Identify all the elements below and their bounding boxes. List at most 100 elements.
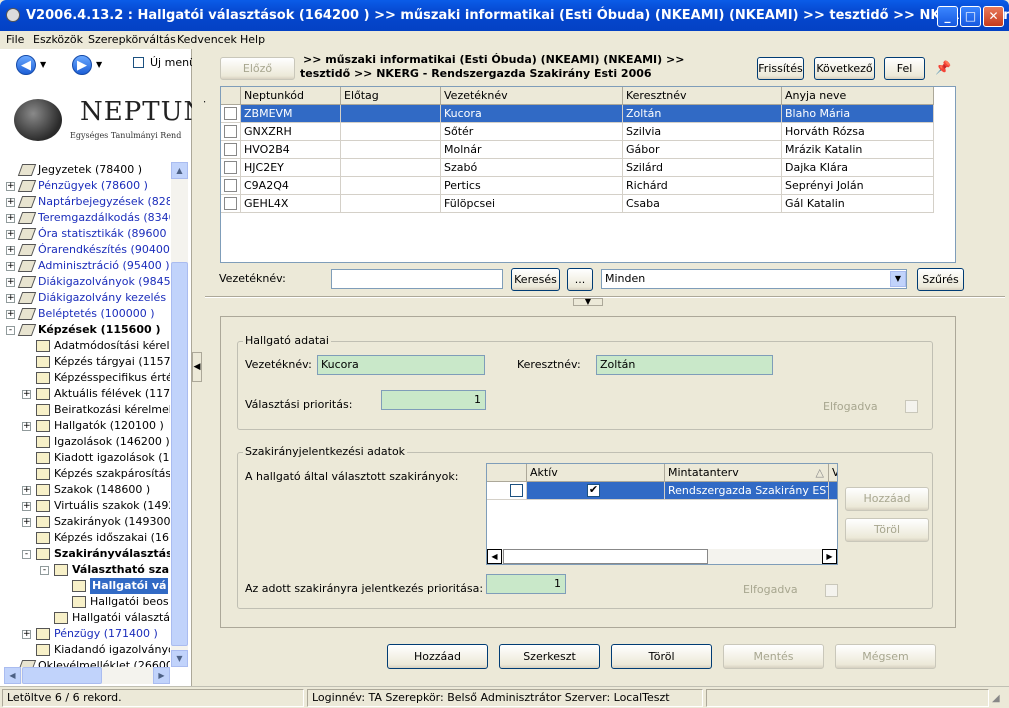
grid-row-selector[interactable] xyxy=(221,123,241,141)
expand-icon[interactable]: + xyxy=(6,294,15,303)
tree-item[interactable]: Hallgatói beos xyxy=(4,594,170,610)
table-cell[interactable] xyxy=(341,123,441,141)
spec-delete-button[interactable]: Töröl xyxy=(845,518,929,542)
grid-column-header[interactable]: Neptunkód xyxy=(241,87,341,105)
expand-icon[interactable]: + xyxy=(6,262,15,271)
minimize-button[interactable]: _ xyxy=(937,6,958,27)
row-checkbox[interactable] xyxy=(224,107,237,120)
delete-button[interactable]: Töröl xyxy=(611,644,712,669)
table-cell[interactable]: ZBMEVM xyxy=(241,105,341,123)
menu-help[interactable]: Help xyxy=(240,33,265,46)
tree-item[interactable]: + Szakirányok (149300 xyxy=(4,514,170,530)
tree-item[interactable]: + Óra statisztikák (89600 ) xyxy=(4,226,170,242)
tree-item[interactable]: + Virtuális szakok (1492 xyxy=(4,498,170,514)
tree-item[interactable]: + Naptárbejegyzések (82800 xyxy=(4,194,170,210)
row-checkbox[interactable] xyxy=(224,197,237,210)
close-button[interactable]: ✕ xyxy=(983,6,1004,27)
table-cell[interactable] xyxy=(341,177,441,195)
resize-grip-icon[interactable]: ◢ xyxy=(992,693,1000,704)
spec-row-v[interactable] xyxy=(829,482,837,500)
edit-button[interactable]: Szerkeszt xyxy=(499,644,600,669)
collapse-icon[interactable]: - xyxy=(6,326,15,335)
tree-item[interactable]: Kiadott igazolások (14 xyxy=(4,450,170,466)
table-cell[interactable]: Dajka Klára xyxy=(782,159,934,177)
spec-row-active-cell[interactable]: ✔ xyxy=(527,482,665,500)
scroll-right-arrow-icon[interactable]: ▶ xyxy=(153,667,170,684)
tree-item[interactable]: + Beléptetés (100000 ) xyxy=(4,306,170,322)
expand-icon[interactable]: + xyxy=(22,502,31,511)
grid-row-selector[interactable] xyxy=(221,177,241,195)
save-button[interactable]: Mentés xyxy=(723,644,824,669)
tree-item[interactable]: Hallgatói vá xyxy=(4,578,170,594)
table-cell[interactable]: Zoltán xyxy=(623,105,782,123)
table-cell[interactable]: Molnár xyxy=(441,141,623,159)
more-button[interactable]: ... xyxy=(567,268,593,291)
spec-active-checkbox[interactable]: ✔ xyxy=(587,484,600,497)
priority-field[interactable]: 1 xyxy=(381,390,486,410)
table-cell[interactable] xyxy=(341,105,441,123)
table-cell[interactable]: C9A2Q4 xyxy=(241,177,341,195)
tree-horizontal-scrollbar[interactable]: ◀ ▶ xyxy=(4,667,170,684)
collapse-icon[interactable]: - xyxy=(40,566,49,575)
menu-role-switch[interactable]: Szerepkörváltás xyxy=(88,33,176,46)
tree-item[interactable]: Adatmódosítási kérelm xyxy=(4,338,170,354)
collapse-panel-icon[interactable]: ◀ xyxy=(192,352,202,382)
accepted-checkbox[interactable] xyxy=(905,400,918,413)
scroll-thumb[interactable] xyxy=(171,262,188,646)
tree-item[interactable]: + Hallgatók (120100 ) xyxy=(4,418,170,434)
tree-item[interactable]: Képzésspecifikus érték xyxy=(4,370,170,386)
next-button[interactable]: Következő xyxy=(814,57,875,80)
expand-icon[interactable]: + xyxy=(6,310,15,319)
table-cell[interactable]: Gábor xyxy=(623,141,782,159)
forward-dropdown-icon[interactable]: ▼ xyxy=(96,60,102,69)
lastname-field[interactable]: Kucora xyxy=(317,355,485,375)
tree-item[interactable]: + Diákigazolványok (98450 xyxy=(4,274,170,290)
tree-item[interactable]: + Adminisztráció (95400 ) xyxy=(4,258,170,274)
spec-scroll-left-icon[interactable]: ◀ xyxy=(487,549,502,564)
spec-col-active[interactable]: Aktív xyxy=(527,464,665,482)
pin-icon[interactable]: 📌 xyxy=(935,61,951,76)
tree-item[interactable]: + Órarendkészítés (90400 ) xyxy=(4,242,170,258)
row-checkbox[interactable] xyxy=(224,161,237,174)
chevron-down-icon[interactable]: ▼ xyxy=(890,271,906,287)
expand-icon[interactable]: + xyxy=(22,422,31,431)
grid-row-selector[interactable] xyxy=(221,159,241,177)
tree-item[interactable]: + Pénzügyek (78600 ) xyxy=(4,178,170,194)
forward-button[interactable]: ▶ xyxy=(72,55,92,75)
expand-icon[interactable]: + xyxy=(6,198,15,207)
spec-col-v[interactable]: V xyxy=(829,464,837,482)
table-cell[interactable]: HVO2B4 xyxy=(241,141,341,159)
table-cell[interactable]: Fülöpcsei xyxy=(441,195,623,213)
grid-column-header[interactable]: Anyja neve xyxy=(782,87,934,105)
menu-favorites[interactable]: Kedvencek xyxy=(177,33,237,46)
expand-icon[interactable]: + xyxy=(22,518,31,527)
tree-item[interactable]: Hallgatói választás xyxy=(4,610,170,626)
table-cell[interactable]: GNXZRH xyxy=(241,123,341,141)
tree-vertical-scrollbar[interactable]: ▲ ▼ xyxy=(171,162,188,667)
tree-item[interactable]: Kiadandó igazolványo xyxy=(4,642,170,658)
expand-icon[interactable]: + xyxy=(6,214,15,223)
add-button[interactable]: Hozzáad xyxy=(387,644,488,669)
table-cell[interactable]: Csaba xyxy=(623,195,782,213)
up-button[interactable]: Fel xyxy=(884,57,925,80)
expand-icon[interactable]: + xyxy=(22,486,31,495)
filter-dropdown[interactable]: Minden ▼ xyxy=(601,269,907,289)
scroll-down-arrow-icon[interactable]: ▼ xyxy=(171,650,188,667)
tree-item[interactable]: Oklevélmelléklet (266000 xyxy=(4,658,170,667)
tree-item[interactable]: Képzés tárgyai (11570 xyxy=(4,354,170,370)
tree-item[interactable]: Képzés szakpárosítás xyxy=(4,466,170,482)
search-button[interactable]: Keresés xyxy=(511,268,560,291)
grid-column-header[interactable]: Vezetéknév xyxy=(441,87,623,105)
spec-priority-field[interactable]: 1 xyxy=(486,574,566,594)
table-cell[interactable]: Richárd xyxy=(623,177,782,195)
row-checkbox[interactable] xyxy=(224,179,237,192)
table-cell[interactable]: Szabó xyxy=(441,159,623,177)
expand-icon[interactable]: + xyxy=(22,390,31,399)
spec-scroll-right-icon[interactable]: ▶ xyxy=(822,549,837,564)
maximize-button[interactable]: □ xyxy=(960,6,981,27)
table-cell[interactable] xyxy=(341,141,441,159)
table-cell[interactable]: Sőtér xyxy=(441,123,623,141)
tree-item[interactable]: + Teremgazdálkodás (83400 xyxy=(4,210,170,226)
spec-row-curriculum[interactable]: Rendszergazda Szakirány ESTI 20 xyxy=(665,482,829,500)
grid-row-selector[interactable] xyxy=(221,195,241,213)
